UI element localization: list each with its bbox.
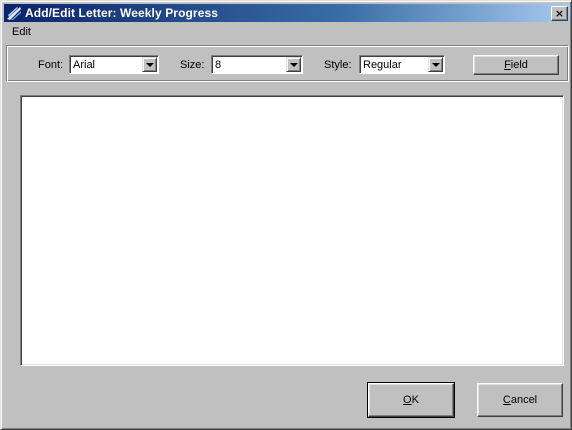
chevron-down-icon[interactable]: [428, 57, 443, 72]
letter-editor[interactable]: [20, 95, 564, 366]
title-bar[interactable]: Add/Edit Letter: Weekly Progress ×: [4, 4, 570, 22]
app-icon: [6, 5, 22, 21]
font-value: Arial: [73, 59, 96, 71]
cancel-button-mnemonic: C: [502, 394, 511, 406]
menu-edit[interactable]: Edit: [4, 26, 37, 38]
ok-button-label: K: [411, 394, 419, 406]
format-toolbar: Font: Arial Size: 8 Style: Regular Field: [6, 45, 569, 82]
window-title: Add/Edit Letter: Weekly Progress: [25, 6, 219, 20]
field-button[interactable]: Field: [473, 55, 559, 75]
size-label: Size:: [180, 59, 205, 71]
chevron-down-icon[interactable]: [286, 57, 301, 72]
size-select[interactable]: 8: [211, 55, 303, 74]
ok-button-mnemonic: O: [403, 394, 412, 406]
field-button-label: ield: [510, 59, 528, 71]
cancel-button-label: ancel: [510, 394, 538, 406]
style-select[interactable]: Regular: [359, 55, 445, 74]
font-label: Font:: [38, 59, 64, 71]
close-icon[interactable]: ×: [551, 6, 568, 21]
chevron-down-icon[interactable]: [142, 57, 157, 72]
dialog-window: Add/Edit Letter: Weekly Progress × Edit …: [0, 0, 572, 430]
style-value: Regular: [363, 59, 402, 71]
field-button-mnemonic: F: [504, 59, 511, 71]
cancel-button[interactable]: Cancel: [477, 383, 563, 417]
menu-bar: Edit: [4, 23, 570, 41]
ok-button[interactable]: OK: [367, 382, 455, 418]
style-label: Style:: [324, 59, 352, 71]
size-value: 8: [215, 59, 222, 71]
font-select[interactable]: Arial: [69, 55, 159, 74]
